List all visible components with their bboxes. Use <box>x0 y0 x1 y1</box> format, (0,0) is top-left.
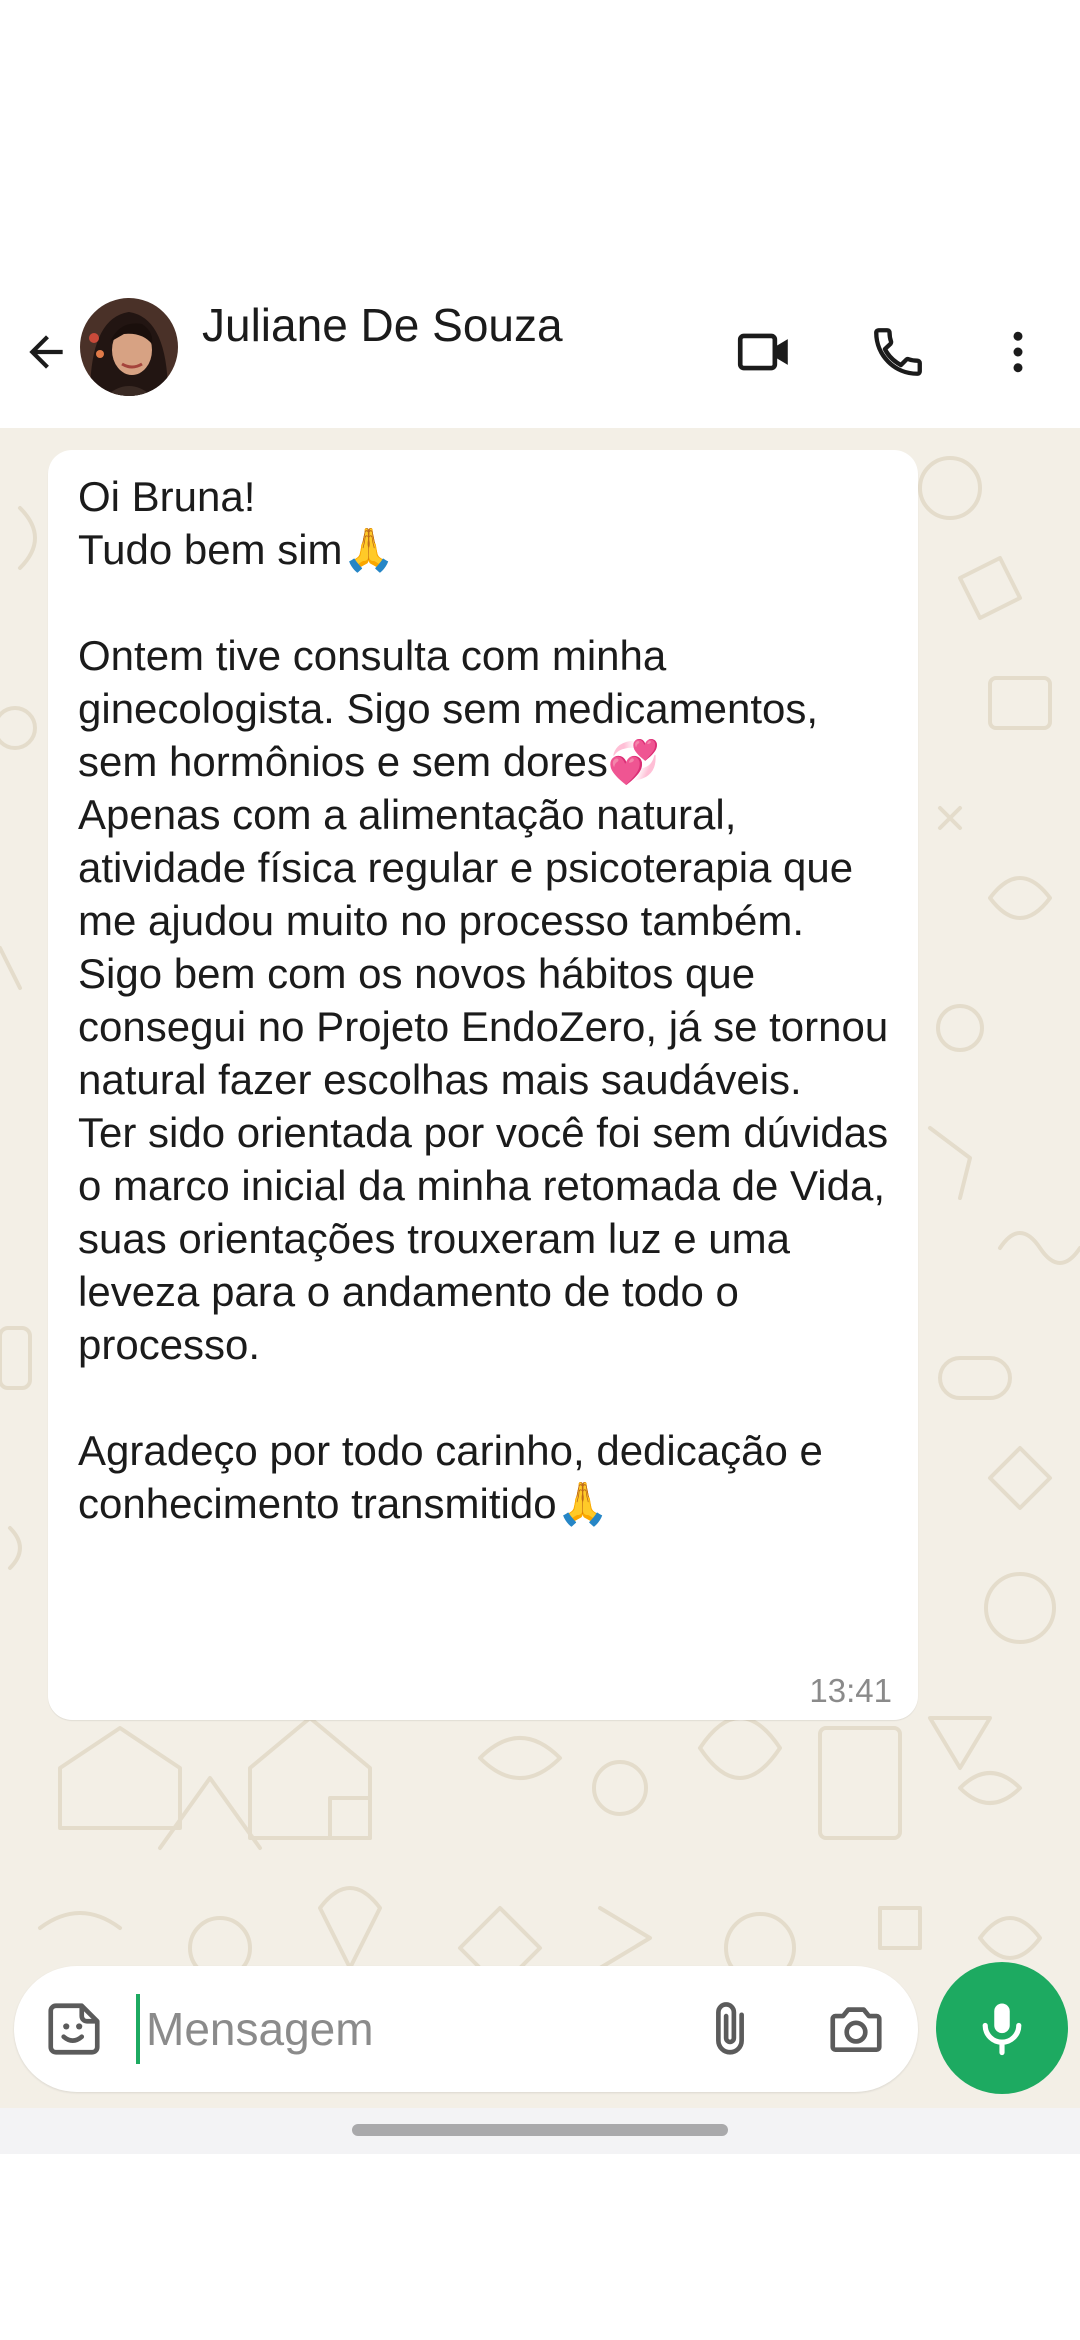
message-input[interactable] <box>134 1986 686 2072</box>
chat-area[interactable]: Oi Bruna! Tudo bem sim🙏 Ontem tive consu… <box>0 428 1080 2108</box>
voice-message-button[interactable] <box>936 1962 1068 2094</box>
incoming-message-bubble[interactable]: Oi Bruna! Tudo bem sim🙏 Ontem tive consu… <box>48 450 918 1720</box>
camera-icon <box>830 2007 882 2052</box>
voice-call-button[interactable] <box>862 316 934 388</box>
home-indicator[interactable] <box>352 2124 728 2136</box>
message-timestamp: 13:41 <box>809 1672 892 1709</box>
contact-name[interactable]: Juliane De Souza <box>202 298 563 352</box>
text-cursor <box>136 1994 140 2064</box>
whatsapp-chat-screen: Juliane De Souza Oi Bruna! Tudo bem sim🙏… <box>0 0 1080 2340</box>
video-call-button[interactable] <box>728 316 800 388</box>
arrow-back-icon <box>29 335 63 369</box>
system-navigation-bar <box>0 2108 1080 2154</box>
sticker-icon <box>48 2003 100 2055</box>
message-composer <box>14 1966 918 2092</box>
more-options-button[interactable] <box>982 316 1054 388</box>
back-button[interactable] <box>16 322 76 382</box>
avatar[interactable] <box>80 298 178 396</box>
microphone-icon <box>982 2003 1022 2056</box>
camera-button[interactable] <box>820 1993 892 2065</box>
paperclip-icon <box>716 2002 744 2055</box>
video-call-icon <box>737 333 788 371</box>
message-text: Oi Bruna! Tudo bem sim🙏 Ontem tive consu… <box>78 473 889 1527</box>
more-vertical-icon <box>1013 331 1023 373</box>
phone-call-icon <box>874 328 922 376</box>
sticker-button[interactable] <box>38 1993 110 2065</box>
chat-header: Juliane De Souza <box>0 288 1080 428</box>
attach-button[interactable] <box>694 1993 766 2065</box>
